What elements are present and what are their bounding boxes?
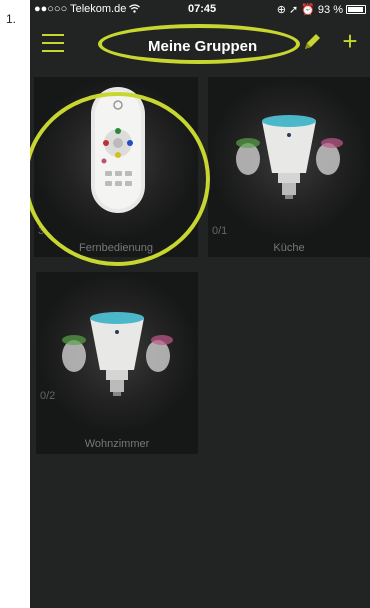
battery-icon: [346, 5, 366, 14]
clock: 07:45: [188, 3, 217, 15]
title-highlight-ellipse: [98, 24, 300, 64]
light-bulbs-image: [236, 115, 343, 199]
status-indicators: ⊕ ➚ ⏰ 93 %: [277, 3, 366, 16]
hamburger-menu-icon[interactable]: [42, 34, 64, 52]
step-label: 1.: [6, 12, 17, 26]
app-screen: ●●○○○ Telekom.de 07:45 ⊕ ➚ ⏰ 93 % Meine …: [30, 0, 370, 608]
group-count: 0/1: [212, 225, 228, 237]
group-tile-kueche[interactable]: 0/1 Küche: [208, 77, 370, 257]
alarm-icon: ⏰: [301, 4, 315, 16]
wifi-icon: [129, 4, 141, 13]
battery-percent: 93 %: [317, 3, 343, 16]
plus-icon[interactable]: +: [340, 28, 360, 54]
group-tile-wohnzimmer[interactable]: 0/2 Wohnzimmer: [36, 272, 198, 454]
location-icon: ➚: [289, 4, 299, 16]
pencil-icon[interactable]: [302, 32, 322, 52]
carrier-label: ●●○○○ Telekom.de: [34, 3, 141, 15]
group-name: Küche: [273, 242, 305, 254]
group-count: 0/2: [40, 390, 56, 402]
light-bulbs-image: [62, 312, 173, 396]
status-bar: ●●○○○ Telekom.de 07:45 ⊕ ➚ ⏰ 93 %: [30, 0, 370, 18]
group-name: Wohnzimmer: [84, 438, 150, 450]
remote-highlight-circle: [30, 92, 210, 266]
rotation-lock-icon: ⊕: [276, 4, 286, 16]
